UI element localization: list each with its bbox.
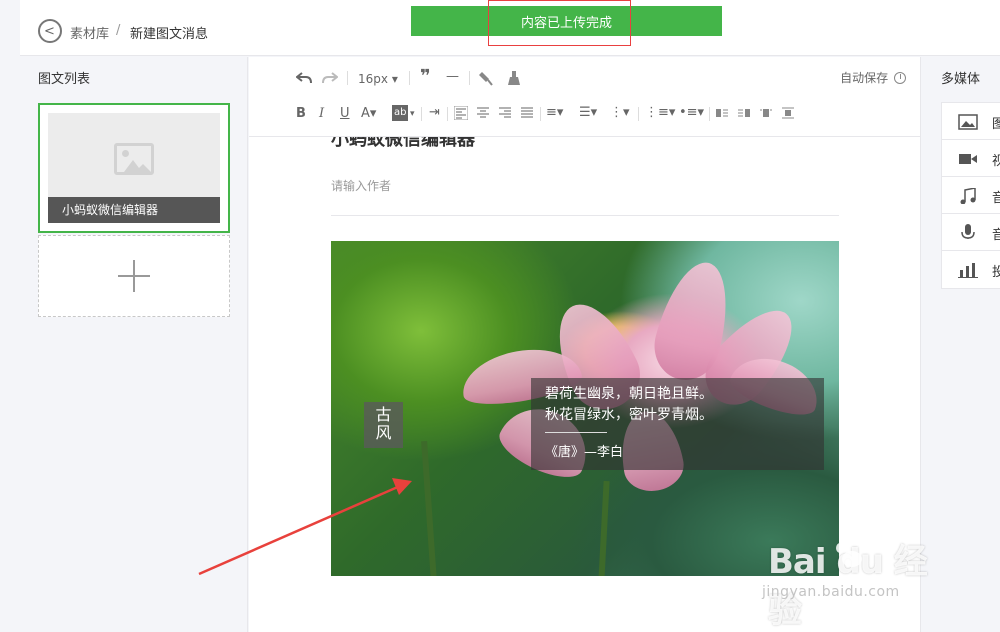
editor-toolbar: 16px ▾ ❞ — 自动保存 B I U A▾ ab ▾ ⇥ ≡▾ ☰▾ ⋮▾… [249, 57, 920, 137]
baidu-watermark: Bai du 经验 jingyan.baidu.com [760, 526, 950, 631]
media-item-image[interactable]: 图片 [942, 103, 1000, 140]
baidu-paw-icon [836, 535, 868, 567]
article-cover: 小蚂蚁微信编辑器 [48, 113, 220, 223]
italic-button[interactable]: I [319, 106, 324, 122]
blockquote-icon[interactable]: ❞ [420, 68, 431, 86]
clock-icon [894, 72, 906, 84]
media-item-video[interactable]: 视频 [942, 140, 1000, 177]
highlight-annotation-box [488, 0, 631, 46]
unordered-list-icon[interactable]: •≡▾ [679, 105, 704, 121]
image-placeholder-icon [114, 143, 154, 175]
add-article-button[interactable] [38, 235, 230, 317]
author-divider [331, 215, 839, 216]
poll-chart-icon [958, 263, 978, 278]
autosave-toggle[interactable]: 自动保存 [840, 69, 906, 86]
float-left-icon[interactable] [716, 107, 728, 119]
music-icon [960, 188, 976, 204]
align-left-icon[interactable] [454, 106, 468, 120]
indent-icon[interactable]: ⇥ [429, 105, 440, 121]
breadcrumb-current: 新建图文消息 [130, 27, 209, 42]
media-list: 图片 视频 音乐 音频 投票 [941, 102, 1000, 289]
media-item-audio[interactable]: 音频 [942, 214, 1000, 251]
bold-button[interactable]: B [296, 106, 306, 122]
article-list-panel: 图文列表 小蚂蚁微信编辑器 [20, 57, 248, 632]
video-icon [959, 154, 977, 164]
font-size-select[interactable]: 16px ▾ [358, 71, 398, 87]
chevron-left-icon: < [44, 23, 55, 39]
breadcrumb-home-link[interactable]: 素材库 [70, 23, 109, 42]
media-panel-title: 多媒体 [941, 72, 981, 87]
media-item-label: 音频 [992, 228, 1000, 243]
poem-source: 《唐》—李白 [545, 445, 624, 460]
media-item-label: 视频 [992, 154, 1000, 169]
float-center-icon[interactable] [760, 107, 772, 119]
media-item-label: 图片 [992, 117, 1000, 132]
underline-button[interactable]: U [340, 106, 350, 122]
article-cover-title: 小蚂蚁微信编辑器 [48, 197, 220, 223]
author-input[interactable]: 请输入作者 [331, 177, 391, 194]
background-color-button[interactable]: ab [392, 105, 409, 121]
microphone-icon [961, 224, 975, 239]
watermark-url: jingyan.baidu.com [762, 584, 900, 600]
align-right-icon[interactable] [498, 106, 512, 120]
undo-icon[interactable] [296, 71, 312, 85]
media-item-label: 音乐 [992, 191, 1000, 206]
format-brush-icon[interactable] [479, 70, 493, 86]
background-color-dropdown[interactable]: ▾ [410, 106, 415, 122]
poem-divider [545, 432, 607, 433]
back-button[interactable]: < [38, 19, 62, 43]
float-none-icon[interactable] [782, 107, 794, 119]
media-item-label: 投票 [992, 265, 1000, 280]
style-tag: 古 风 [364, 402, 403, 448]
poem-line-2: 秋花冒绿水，密叶罗青烟。 [545, 407, 713, 423]
media-item-music[interactable]: 音乐 [942, 177, 1000, 214]
plus-icon [118, 260, 150, 292]
indent-spacing-icon[interactable]: ⋮▾ [610, 105, 630, 121]
poem-line-1: 碧荷生幽泉，朝日艳且鲜。 [545, 386, 713, 402]
line-spacing-icon[interactable]: ≡▾ [546, 105, 563, 121]
media-item-poll[interactable]: 投票 [942, 251, 1000, 288]
paragraph-spacing-icon[interactable]: ☰▾ [579, 105, 597, 121]
article-list-title: 图文列表 [38, 72, 91, 87]
horizontal-rule-icon[interactable]: — [446, 69, 459, 85]
breadcrumb-separator: / [116, 23, 121, 38]
redo-icon[interactable] [322, 71, 338, 85]
image-icon [958, 114, 978, 130]
poem-overlay: 碧荷生幽泉，朝日艳且鲜。 秋花冒绿水，密叶罗青烟。 《唐》—李白 [531, 378, 824, 470]
float-right-icon[interactable] [738, 107, 750, 119]
article-card-selected[interactable]: 小蚂蚁微信编辑器 [38, 103, 230, 233]
font-color-button[interactable]: A▾ [361, 106, 376, 122]
ordered-list-icon[interactable]: ⋮≡▾ [645, 105, 675, 121]
left-gutter [0, 0, 20, 632]
align-justify-icon[interactable] [520, 106, 534, 120]
align-center-icon[interactable] [476, 106, 490, 120]
clear-format-icon[interactable] [507, 70, 521, 86]
